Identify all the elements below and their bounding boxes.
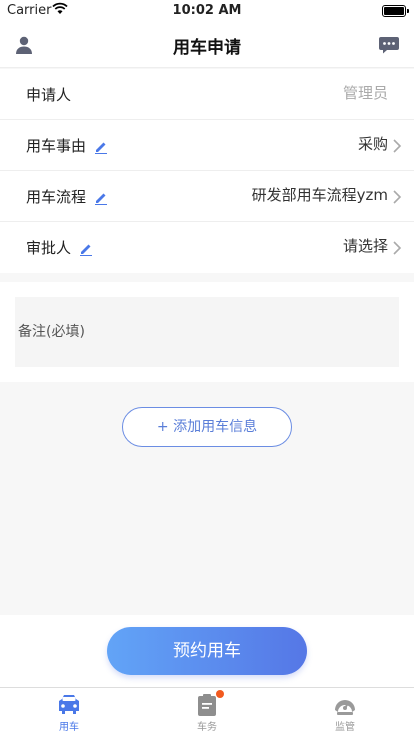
approver-row[interactable]: 审批人 请选择 <box>0 222 414 273</box>
pencil-icon <box>95 193 108 205</box>
tab-affairs-label: 车务 <box>197 722 217 733</box>
tab-supervision[interactable]: 监管 <box>276 688 414 736</box>
add-vehicle-info-button[interactable]: + 添加用车信息 <box>122 407 292 447</box>
nav-bar: 用车申请 <box>0 22 414 68</box>
gauge-icon <box>335 700 355 715</box>
bottom-action-area: 预约用车 <box>0 615 414 687</box>
car-icon <box>59 695 79 714</box>
remark-input[interactable]: 备注(必填) <box>15 297 399 367</box>
chevron-right-icon <box>393 139 402 153</box>
tab-vehicle[interactable]: 用车 <box>0 688 138 736</box>
tab-vehicle-label: 用车 <box>59 722 79 733</box>
chevron-right-icon <box>393 190 402 204</box>
pencil-icon <box>80 244 93 256</box>
reason-row[interactable]: 用车事由 采购 <box>0 120 414 171</box>
notification-badge <box>216 690 224 698</box>
clipboard-icon <box>198 694 216 716</box>
tab-bar: 用车 车务 监管 <box>0 687 414 736</box>
applicant-label: 申请人 <box>26 86 72 104</box>
message-icon[interactable] <box>378 34 400 56</box>
clock: 10:02 AM <box>172 3 242 18</box>
approver-value: 请选择 <box>342 237 388 255</box>
applicant-value: 管理员 <box>342 84 388 102</box>
chevron-right-icon <box>393 241 402 255</box>
reason-value: 采购 <box>357 135 388 153</box>
application-form: 申请人 管理员 用车事由 采购 用车流程 研发部用车流程yzm 审批人 请选择 <box>0 69 414 273</box>
status-bar: Carrier 10:02 AM <box>0 0 414 22</box>
tab-affairs[interactable]: 车务 <box>138 688 276 736</box>
remark-section: 备注(必填) <box>0 282 414 382</box>
page-title: 用车申请 <box>173 38 241 58</box>
reason-label: 用车事由 <box>26 135 108 156</box>
reserve-vehicle-button[interactable]: 预约用车 <box>107 627 307 675</box>
battery-icon <box>382 5 409 17</box>
tab-supervision-label: 监管 <box>335 722 355 733</box>
pencil-icon <box>95 142 108 154</box>
workflow-value: 研发部用车流程yzm <box>251 186 388 204</box>
workflow-row[interactable]: 用车流程 研发部用车流程yzm <box>0 171 414 222</box>
workflow-label: 用车流程 <box>26 186 108 207</box>
approver-label: 审批人 <box>26 237 93 258</box>
applicant-row: 申请人 管理员 <box>0 69 414 120</box>
